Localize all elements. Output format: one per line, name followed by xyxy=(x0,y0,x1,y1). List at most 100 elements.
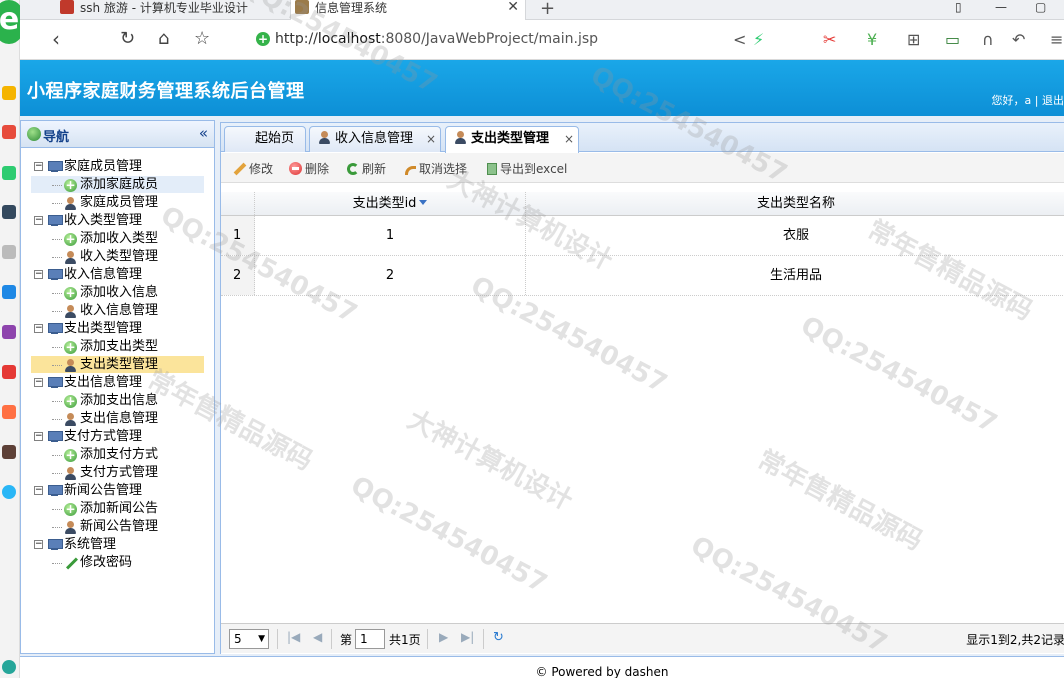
nav-item[interactable]: 家庭成员管理 xyxy=(21,194,214,212)
favorites-icon[interactable] xyxy=(2,86,16,100)
lightning-icon[interactable]: ⚡ xyxy=(753,30,764,49)
close-tab-icon[interactable]: × xyxy=(426,127,436,151)
collapse-icon[interactable]: « xyxy=(199,124,208,142)
nav-group[interactable]: − 支付方式管理 xyxy=(21,428,214,446)
nav-item-label: 收入类型管理 xyxy=(80,249,159,264)
nav-item[interactable]: 添加收入类型 xyxy=(21,230,214,248)
delete-button[interactable]: 删除 xyxy=(289,160,329,177)
nav-item[interactable]: 收入信息管理 xyxy=(21,302,214,320)
nav-item[interactable]: 添加支出类型 xyxy=(21,338,214,356)
collapse-toggle-icon[interactable]: − xyxy=(34,432,43,441)
menu-icon[interactable]: ≡ xyxy=(1050,30,1063,49)
app-icon[interactable] xyxy=(2,485,16,499)
next-page-icon[interactable]: ▶ xyxy=(439,630,448,644)
export-icon xyxy=(487,163,497,175)
export-excel-button[interactable]: 导出到excel xyxy=(487,160,567,177)
app-icon[interactable] xyxy=(2,125,16,139)
user-greeting[interactable]: 您好，a | 退出 xyxy=(992,92,1064,108)
grid-icon[interactable]: ⊞ xyxy=(907,30,920,49)
column-header-id[interactable]: 支出类型id xyxy=(255,192,526,215)
collapse-toggle-icon[interactable]: − xyxy=(34,270,43,279)
page-number-input[interactable]: 1 xyxy=(355,629,385,649)
browser-tab-title: 信息管理系统 xyxy=(315,1,388,15)
collapse-toggle-icon[interactable]: − xyxy=(34,216,43,225)
nav-item[interactable]: 添加支付方式 xyxy=(21,446,214,464)
money-icon[interactable]: ¥ xyxy=(867,30,877,49)
prev-page-icon[interactable]: ◀ xyxy=(313,630,322,644)
user-icon xyxy=(64,359,77,372)
nav-item[interactable]: 添加新闻公告 xyxy=(21,500,214,518)
close-tab-icon[interactable]: ✕ xyxy=(507,0,519,15)
maximize-icon[interactable]: ▢ xyxy=(1035,0,1046,14)
cancel-select-button[interactable]: 取消选择 xyxy=(405,160,467,177)
collapse-toggle-icon[interactable]: − xyxy=(34,486,43,495)
nav-item[interactable]: 添加支出信息 xyxy=(21,392,214,410)
nav-group[interactable]: − 家庭成员管理 xyxy=(21,158,214,176)
edit-button[interactable]: 修改 xyxy=(233,160,273,177)
new-tab-icon[interactable]: + xyxy=(540,0,555,19)
reload-icon[interactable]: ↻ xyxy=(120,28,135,50)
user-icon xyxy=(64,467,77,480)
nav-group[interactable]: − 支出信息管理 xyxy=(21,374,214,392)
url-prefix: http:// xyxy=(275,31,318,47)
nav-item[interactable]: 添加收入信息 xyxy=(21,284,214,302)
refresh-button[interactable]: 刷新 xyxy=(347,160,386,177)
window-restore-icon[interactable]: ▯ xyxy=(955,0,962,14)
browser-tab[interactable]: ssh 旅游 - 计算机专业毕业设计 xyxy=(60,0,300,20)
nav-item[interactable]: 支出信息管理 xyxy=(21,410,214,428)
undo-icon[interactable]: ↶ xyxy=(1012,30,1025,49)
collapse-toggle-icon[interactable]: − xyxy=(34,378,43,387)
nav-item[interactable]: 添加家庭成员 xyxy=(21,176,214,194)
app-header: 小程序家庭财务管理系统后台管理 您好，a | 退出 xyxy=(20,60,1064,116)
last-page-icon[interactable]: ▶| xyxy=(461,630,474,644)
nav-group[interactable]: − 新闻公告管理 xyxy=(21,482,214,500)
close-tab-icon[interactable]: × xyxy=(564,127,574,151)
back-icon[interactable]: ‹ xyxy=(52,28,60,50)
app-icon[interactable] xyxy=(2,365,16,379)
collapse-toggle-icon[interactable]: − xyxy=(34,324,43,333)
page-size-select[interactable]: 5 xyxy=(229,629,269,649)
browser-tab-active[interactable]: 信息管理系统 ✕ xyxy=(290,0,526,20)
table-row[interactable]: 1 1 衣服 xyxy=(221,216,1064,256)
nav-group[interactable]: − 支出类型管理 xyxy=(21,320,214,338)
tab-expense-type[interactable]: 支出类型管理 × xyxy=(445,126,579,153)
nav-item[interactable]: 支出类型管理 xyxy=(21,356,214,374)
home-icon[interactable]: ⌂ xyxy=(158,28,169,50)
app-icon[interactable] xyxy=(2,405,16,419)
app-icon[interactable] xyxy=(2,285,16,299)
app-icon[interactable] xyxy=(2,325,16,339)
battery-icon[interactable]: ▭ xyxy=(945,30,960,49)
nav-item[interactable]: 修改密码 xyxy=(21,554,214,572)
nav-group[interactable]: − 收入信息管理 xyxy=(21,266,214,284)
star-icon[interactable]: ☆ xyxy=(194,28,210,50)
nav-item[interactable]: 支付方式管理 xyxy=(21,464,214,482)
app-icon[interactable] xyxy=(2,205,16,219)
address-bar: ‹ ↻ ⌂ ☆ + http://localhost:8080/JavaWebP… xyxy=(20,20,1064,60)
table-row[interactable]: 2 2 生活用品 xyxy=(221,256,1064,296)
tree-connector xyxy=(52,185,62,186)
share-icon[interactable]: < xyxy=(733,30,746,49)
column-header-name[interactable]: 支出类型名称 xyxy=(526,192,1064,215)
app-icon[interactable] xyxy=(2,166,16,180)
tree-connector xyxy=(52,257,62,258)
nav-item[interactable]: 新闻公告管理 xyxy=(21,518,214,536)
app-icon[interactable] xyxy=(2,445,16,459)
tab-income-info[interactable]: 收入信息管理 × xyxy=(309,126,441,152)
collapse-toggle-icon[interactable]: − xyxy=(34,162,43,171)
headphones-icon[interactable]: ∩ xyxy=(982,30,994,49)
minimize-icon[interactable]: — xyxy=(995,0,1007,14)
add-icon xyxy=(64,446,77,464)
nav-item[interactable]: 收入类型管理 xyxy=(21,248,214,266)
scissors-icon[interactable]: ✂ xyxy=(823,30,836,49)
row-number: 2 xyxy=(221,256,255,295)
tab-label: 起始页 xyxy=(255,131,295,146)
nav-group[interactable]: − 收入类型管理 xyxy=(21,212,214,230)
url-field[interactable]: http://localhost:8080/JavaWebProject/mai… xyxy=(275,31,598,47)
first-page-icon[interactable]: |◀ xyxy=(287,630,300,644)
tab-start-page[interactable]: 起始页 xyxy=(224,126,306,152)
nav-group[interactable]: − 系统管理 xyxy=(21,536,214,554)
app-icon[interactable] xyxy=(2,245,16,259)
app-icon[interactable] xyxy=(2,660,16,674)
refresh-icon[interactable]: ↻ xyxy=(493,630,504,645)
collapse-toggle-icon[interactable]: − xyxy=(34,540,43,549)
